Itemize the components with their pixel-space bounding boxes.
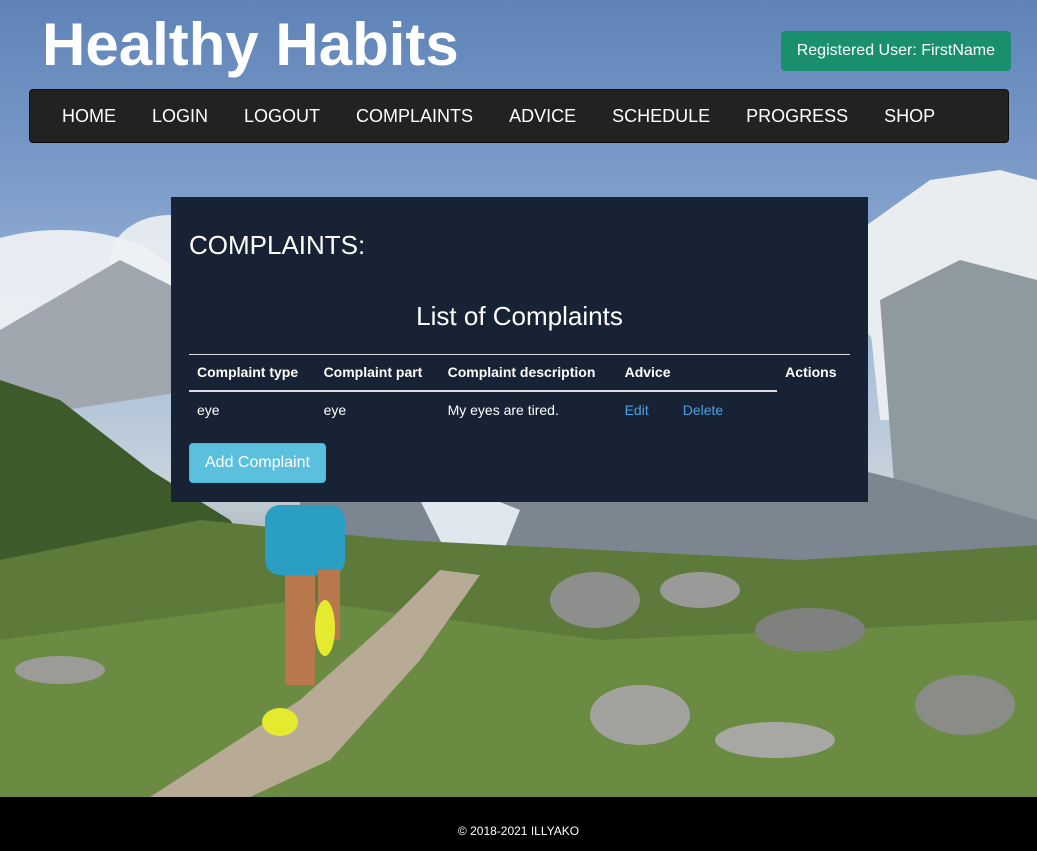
cell-actions: Edit Delete	[617, 391, 778, 428]
column-header-complaint-part: Complaint part	[315, 354, 440, 392]
site-brand-title: Healthy Habits	[42, 11, 459, 78]
nav-shop[interactable]: SHOP	[866, 89, 953, 143]
nav-logout[interactable]: LOGOUT	[226, 89, 338, 143]
table-header-row: Complaint type Complaint part Complaint …	[189, 354, 850, 392]
main-navbar: HOME LOGIN LOGOUT COMPLAINTS ADVICE SCHE…	[29, 89, 1009, 143]
column-header-complaint-type: Complaint type	[189, 354, 316, 392]
complaints-panel: COMPLAINTS: List of Complaints Complaint…	[171, 197, 868, 502]
column-header-advice: Advice	[616, 354, 778, 392]
column-header-complaint-description: Complaint description	[439, 354, 617, 392]
column-header-actions: Actions	[777, 354, 850, 391]
nav-schedule[interactable]: SCHEDULE	[594, 89, 728, 143]
registered-user-badge[interactable]: Registered User: FirstName	[780, 31, 1011, 71]
add-complaint-button[interactable]: Add Complaint	[189, 443, 326, 483]
nav-progress[interactable]: PROGRESS	[728, 89, 866, 143]
nav-advice[interactable]: ADVICE	[491, 89, 594, 143]
footer: © 2018-2021 ILLYAKO	[0, 797, 1037, 851]
page-title: COMPLAINTS:	[189, 230, 366, 260]
table-row: eye eye My eyes are tired. Edit Delete	[189, 391, 850, 428]
cell-complaint-type: eye	[197, 402, 220, 418]
nav-complaints[interactable]: COMPLAINTS	[338, 89, 491, 143]
edit-link[interactable]: Edit	[625, 402, 649, 418]
complaints-table: Complaint type Complaint part Complaint …	[189, 354, 850, 428]
footer-copyright: © 2018-2021 ILLYAKO	[457, 824, 580, 838]
cell-empty	[777, 391, 850, 428]
nav-login[interactable]: LOGIN	[134, 89, 226, 143]
delete-link[interactable]: Delete	[683, 402, 723, 418]
table-caption: List of Complaints	[416, 301, 623, 331]
nav-home[interactable]: HOME	[44, 89, 134, 143]
cell-complaint-part: eye	[323, 402, 347, 418]
cell-complaint-description: My eyes are tired.	[447, 402, 559, 418]
